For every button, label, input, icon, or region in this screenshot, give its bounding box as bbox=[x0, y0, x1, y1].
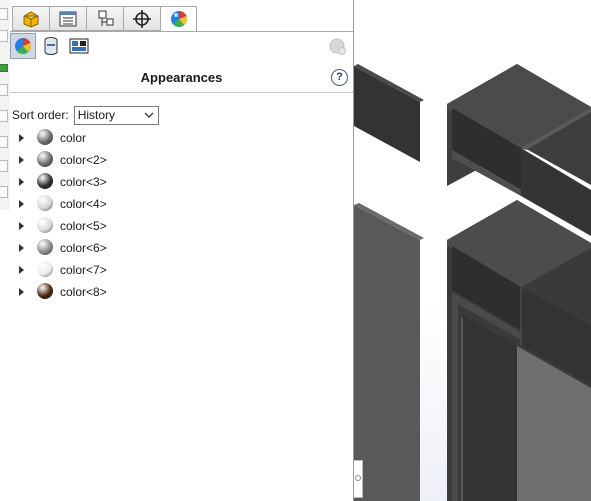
strip-button[interactable] bbox=[0, 110, 8, 122]
configuration-icon bbox=[98, 10, 114, 26]
expand-arrow-icon[interactable] bbox=[18, 287, 26, 297]
tree-item-4[interactable]: color<5> bbox=[10, 215, 353, 237]
tree-item-0[interactable]: color bbox=[10, 127, 353, 149]
strip-button[interactable] bbox=[0, 84, 8, 96]
expand-arrow-icon[interactable] bbox=[18, 243, 26, 253]
expand-arrow-icon[interactable] bbox=[18, 155, 26, 165]
tree-item-1[interactable]: color<2> bbox=[10, 149, 353, 171]
appearances-icon bbox=[15, 37, 31, 54]
tree-item-7[interactable]: color<8> bbox=[10, 281, 353, 303]
parts-icon bbox=[23, 10, 39, 28]
tree-item-2[interactable]: color<3> bbox=[10, 171, 353, 193]
tab-configuration-manager[interactable] bbox=[86, 6, 123, 31]
sort-order-row: Sort order: History bbox=[12, 105, 159, 125]
tree-item-5[interactable]: color<6> bbox=[10, 237, 353, 259]
model-face bbox=[462, 315, 517, 501]
appearances-panel: Appearances ? Sort order: History color … bbox=[10, 0, 354, 501]
tab-feature-manager[interactable] bbox=[12, 6, 49, 31]
chevron-down-icon bbox=[144, 112, 154, 118]
strip-button[interactable] bbox=[0, 186, 8, 198]
tab-divider bbox=[10, 31, 353, 32]
color-swatch-icon bbox=[37, 129, 53, 145]
scenes-icon bbox=[69, 38, 89, 54]
color-swatch-icon bbox=[37, 217, 53, 233]
viewport-resize-handle[interactable] bbox=[354, 460, 363, 498]
tab-property-manager[interactable] bbox=[49, 6, 86, 31]
sort-order-label: Sort order: bbox=[12, 108, 69, 122]
strip-indicator bbox=[0, 64, 8, 72]
appearance-ball-icon bbox=[170, 10, 187, 27]
tree-item-label: color<3> bbox=[60, 175, 107, 189]
panel-header: Appearances ? bbox=[10, 64, 353, 93]
tab-dimxpert-manager[interactable] bbox=[123, 6, 160, 31]
color-swatch-icon bbox=[37, 261, 53, 277]
tree-item-label: color<7> bbox=[60, 263, 107, 277]
expand-arrow-icon[interactable] bbox=[18, 221, 26, 231]
color-swatch-icon bbox=[37, 283, 53, 299]
manager-tabs bbox=[12, 6, 197, 32]
scenes-button[interactable] bbox=[66, 33, 92, 59]
appearance-subtools bbox=[10, 33, 92, 59]
help-icon[interactable]: ? bbox=[331, 69, 348, 86]
strip-button[interactable] bbox=[0, 8, 8, 20]
tree-item-label: color<5> bbox=[60, 219, 107, 233]
disabled-appearance-icon bbox=[329, 38, 347, 59]
appearance-tree: color color<2> color<3> color<4> color<5… bbox=[10, 127, 353, 303]
sort-order-select[interactable]: History bbox=[73, 105, 159, 125]
tree-item-label: color<2> bbox=[60, 153, 107, 167]
model-view bbox=[354, 64, 591, 501]
strip-button[interactable] bbox=[0, 30, 8, 42]
tree-item-label: color<6> bbox=[60, 241, 107, 255]
tree-item-label: color bbox=[60, 131, 87, 145]
crosshair-icon bbox=[133, 9, 151, 28]
strip-button[interactable] bbox=[0, 136, 8, 148]
color-swatch-icon bbox=[37, 173, 53, 189]
tree-item-label: color<8> bbox=[60, 285, 107, 299]
appearances-button[interactable] bbox=[10, 33, 36, 59]
panel-title: Appearances bbox=[140, 70, 223, 85]
color-swatch-icon bbox=[37, 151, 53, 167]
graphics-viewport[interactable] bbox=[354, 0, 591, 501]
tree-item-6[interactable]: color<7> bbox=[10, 259, 353, 281]
decals-icon bbox=[44, 37, 58, 55]
decals-button[interactable] bbox=[38, 33, 64, 59]
color-swatch-icon bbox=[37, 239, 53, 255]
color-swatch-icon bbox=[37, 195, 53, 211]
tree-item-3[interactable]: color<4> bbox=[10, 193, 353, 215]
expand-arrow-icon[interactable] bbox=[18, 133, 26, 143]
model-face bbox=[354, 205, 420, 501]
expand-arrow-icon[interactable] bbox=[18, 177, 26, 187]
sort-order-value: History bbox=[77, 107, 116, 122]
tree-item-label: color<4> bbox=[60, 197, 107, 211]
expand-arrow-icon[interactable] bbox=[18, 199, 26, 209]
property-list-icon bbox=[59, 11, 77, 26]
expand-arrow-icon[interactable] bbox=[18, 265, 26, 275]
strip-button[interactable] bbox=[0, 160, 8, 172]
tab-display-manager[interactable] bbox=[160, 6, 197, 32]
